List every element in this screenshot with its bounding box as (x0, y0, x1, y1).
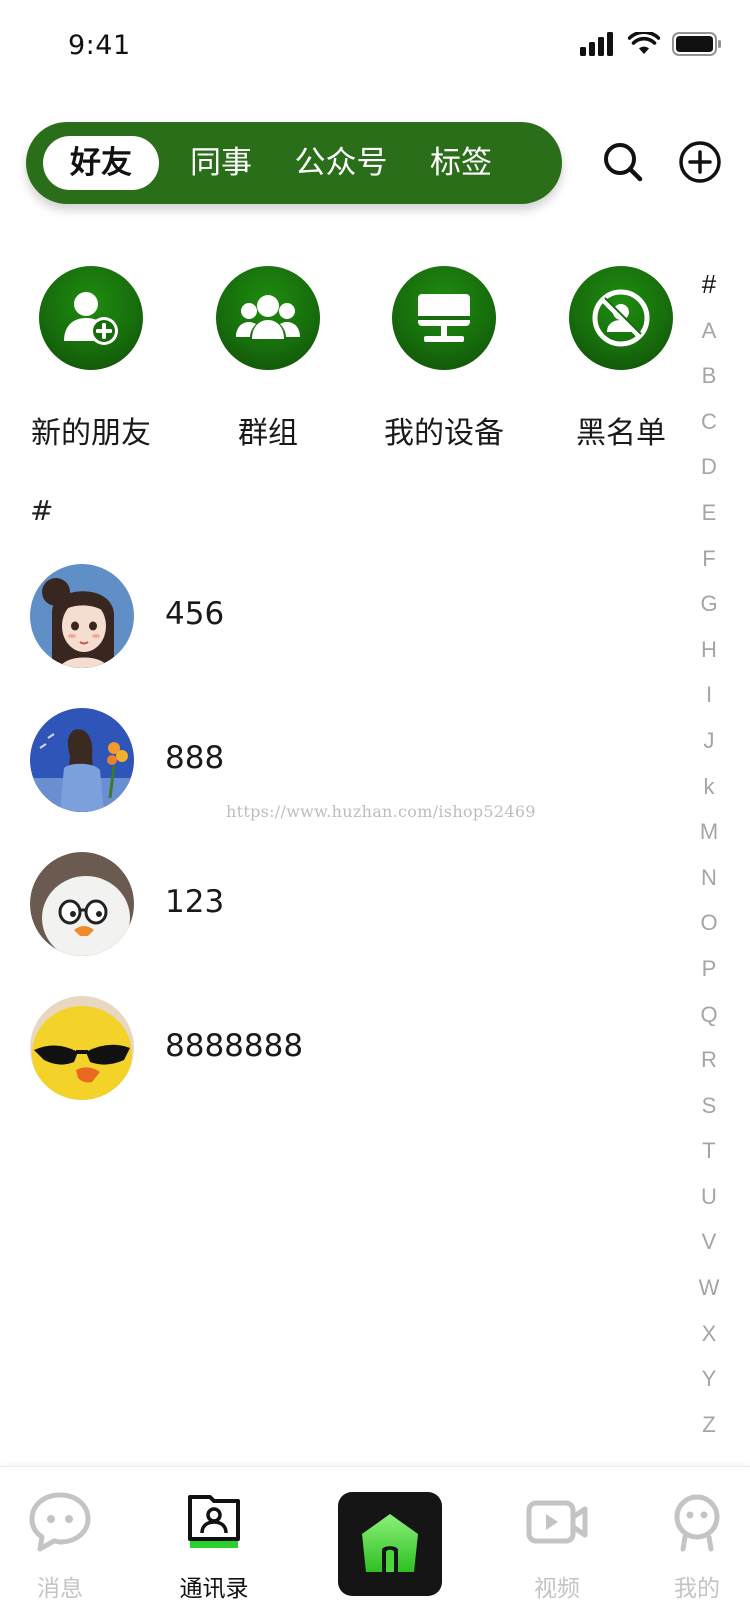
index-p[interactable]: P (692, 946, 726, 992)
contacts-book-icon (188, 1495, 240, 1548)
add-friend-icon (64, 292, 118, 345)
index-n[interactable]: N (692, 855, 726, 901)
avatar (30, 564, 134, 668)
index-r[interactable]: R (692, 1037, 726, 1083)
index-d[interactable]: D (692, 444, 726, 490)
index-v[interactable]: V (692, 1219, 726, 1265)
status-time: 9:41 (68, 30, 131, 61)
index-t[interactable]: T (692, 1128, 726, 1174)
battery-icon (672, 32, 721, 56)
status-icons (580, 32, 722, 56)
tab-colleagues[interactable]: 同事 (166, 136, 276, 190)
device-icon (418, 294, 470, 342)
group-icon (236, 295, 300, 339)
index-z[interactable]: Z (692, 1402, 726, 1448)
shortcut-circle (569, 266, 673, 370)
search-icon[interactable] (601, 140, 645, 184)
chat-bubble-icon (29, 1492, 91, 1552)
index-e[interactable]: E (692, 490, 726, 536)
contact-name: 456 (165, 596, 225, 632)
video-icon (526, 1500, 588, 1544)
shortcut-circle (39, 266, 143, 370)
shortcut-label: 黑名单 (576, 416, 666, 451)
tab-contacts[interactable]: 通讯录 (154, 1489, 274, 1603)
contact-row[interactable]: 123 (30, 852, 630, 956)
contact-name: 8888888 (165, 1028, 304, 1064)
wifi-icon (628, 32, 660, 54)
shortcut-circle (216, 266, 320, 370)
index-k[interactable]: k (692, 764, 726, 810)
tab-video[interactable]: 视频 (497, 1489, 617, 1603)
tab-tags[interactable]: 标签 (411, 136, 511, 190)
tab-official-accounts[interactable]: 公众号 (281, 136, 401, 190)
shortcut-new-friends[interactable]: 新的朋友 (3, 266, 179, 452)
contact-name: 123 (165, 884, 225, 920)
index-hash[interactable]: # (692, 262, 726, 308)
plus-circle-icon[interactable] (678, 140, 722, 184)
blocked-user-icon (592, 289, 650, 347)
shortcut-label: 新的朋友 (31, 416, 151, 451)
shortcut-label: 我的设备 (384, 416, 504, 451)
tab-video-label: 视频 (534, 1576, 580, 1602)
index-q[interactable]: Q (692, 992, 726, 1038)
home-button[interactable] (338, 1492, 442, 1596)
alphabet-index[interactable]: # A B C D E F G H I J k M N O P Q R S T … (692, 262, 726, 1447)
section-header: # (30, 494, 54, 527)
avatar (30, 852, 134, 956)
index-m[interactable]: M (692, 809, 726, 855)
contact-row[interactable]: 456 (30, 564, 630, 668)
shortcut-label: 群组 (238, 416, 298, 451)
avatar (30, 996, 134, 1100)
contact-row[interactable]: 888 (30, 708, 630, 812)
index-o[interactable]: O (692, 900, 726, 946)
cellular-signal-icon (580, 32, 613, 56)
tab-messages[interactable]: 消息 (0, 1489, 120, 1603)
index-g[interactable]: G (692, 581, 726, 627)
index-j[interactable]: J (692, 718, 726, 764)
contact-row[interactable]: 8888888 (30, 996, 630, 1100)
index-a[interactable]: A (692, 308, 726, 354)
home-icon (362, 1514, 418, 1572)
index-w[interactable]: W (692, 1265, 726, 1311)
profile-icon (674, 1494, 720, 1552)
contact-name: 888 (165, 740, 225, 776)
tab-me-label: 我的 (674, 1576, 720, 1602)
index-b[interactable]: B (692, 353, 726, 399)
index-s[interactable]: S (692, 1083, 726, 1129)
contact-type-tabs: 好友 同事 公众号 标签 (26, 122, 562, 204)
index-y[interactable]: Y (692, 1356, 726, 1402)
index-f[interactable]: F (692, 536, 726, 582)
shortcut-my-devices[interactable]: 我的设备 (356, 266, 532, 452)
tab-friends[interactable]: 好友 (43, 136, 159, 190)
tab-contacts-label: 通讯录 (179, 1576, 249, 1602)
index-x[interactable]: X (692, 1311, 726, 1357)
watermark-text: https://www.huzhan.com/ishop52469 (226, 802, 536, 821)
status-bar: 9:41 (0, 0, 750, 96)
shortcut-blacklist[interactable]: 黑名单 (533, 266, 709, 452)
index-c[interactable]: C (692, 399, 726, 445)
tab-me[interactable]: 我的 (637, 1489, 750, 1603)
index-h[interactable]: H (692, 627, 726, 673)
index-u[interactable]: U (692, 1174, 726, 1220)
shortcut-circle (392, 266, 496, 370)
tab-messages-label: 消息 (37, 1576, 83, 1602)
avatar (30, 708, 134, 812)
index-i[interactable]: I (692, 672, 726, 718)
shortcut-groups[interactable]: 群组 (180, 266, 356, 452)
